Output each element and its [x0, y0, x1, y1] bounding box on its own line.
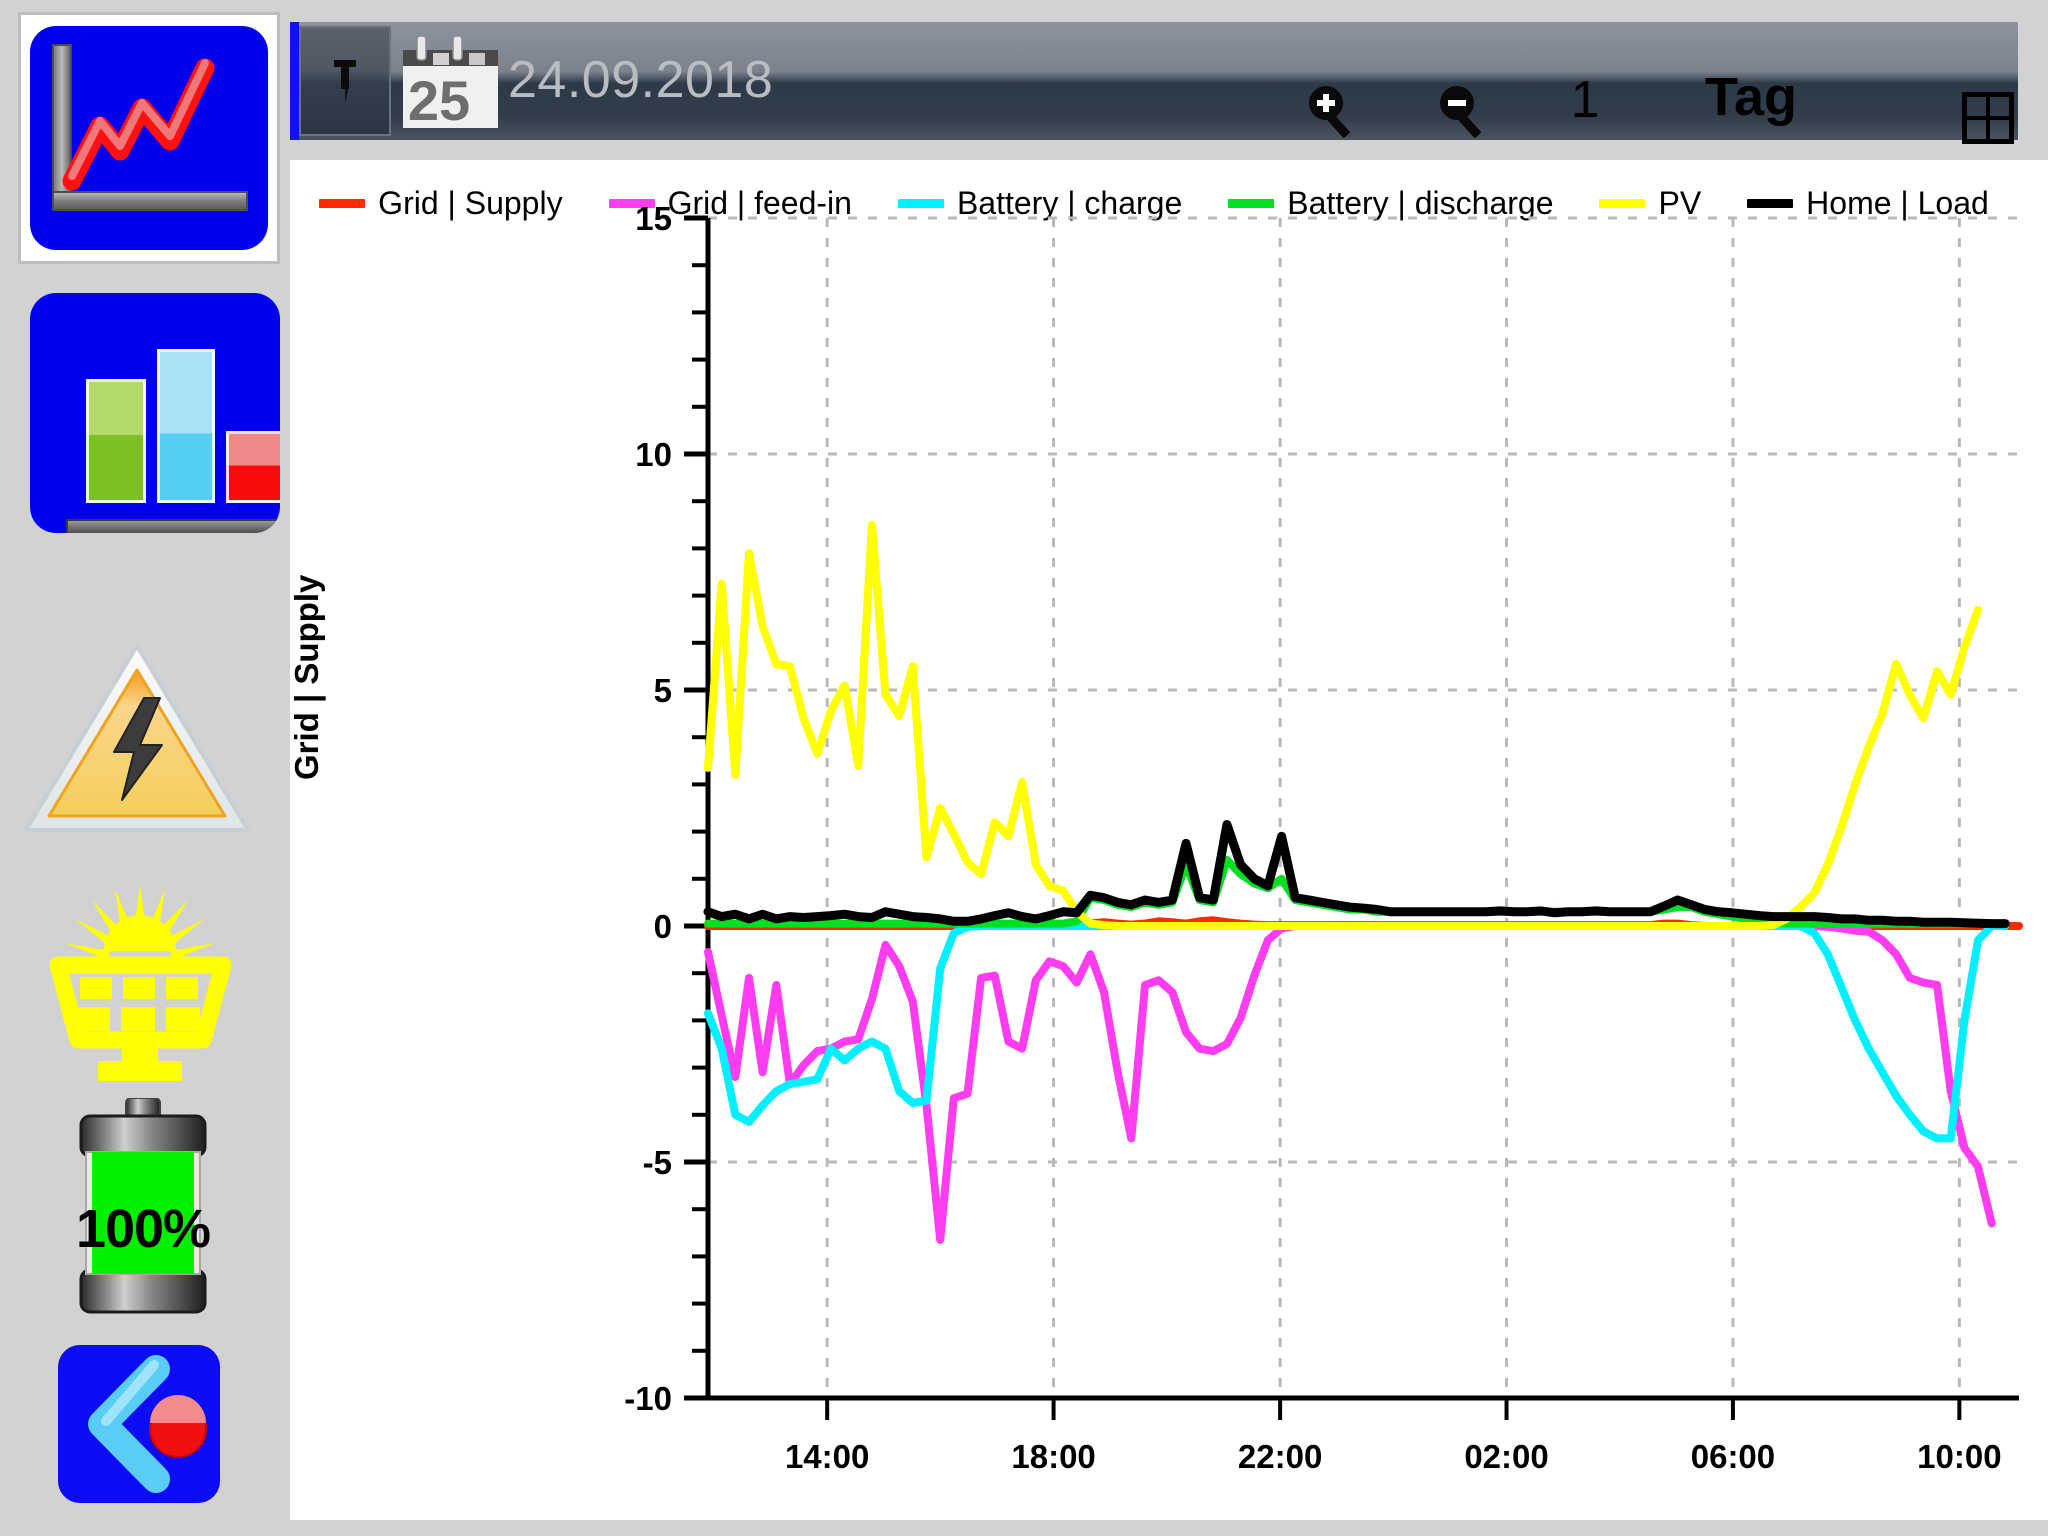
- series-line: [703, 820, 2010, 929]
- x-axis-tick-label: 02:00: [1464, 1438, 1548, 1475]
- x-axis-tick-label: 14:00: [785, 1438, 869, 1475]
- pin-button[interactable]: [299, 26, 391, 136]
- calendar-icon[interactable]: 25: [403, 36, 498, 128]
- series-line: [704, 922, 2010, 1143]
- pin-icon: [334, 60, 356, 103]
- trend-line-icon: [62, 58, 215, 191]
- sun-icon: [65, 885, 215, 960]
- toolbar: 25 24.09.2018 1 Tag: [290, 22, 2018, 144]
- trend-chart-icon: [30, 26, 268, 250]
- y-axis-tick-label: 5: [654, 672, 672, 709]
- x-axis-tick-label: 06:00: [1691, 1438, 1775, 1475]
- x-axis-tick-label: 10:00: [1917, 1438, 2001, 1475]
- sidebar-item-back[interactable]: [58, 1345, 220, 1503]
- bar-red-icon: [226, 431, 280, 503]
- y-axis-tick-label: -5: [643, 1144, 672, 1181]
- y-axis-tick-label: 15: [635, 200, 672, 237]
- chart-plot[interactable]: 15 10 5 0 -5 -10 14:00 18:00 22:00 02:00 06:00 10:0…: [290, 160, 2048, 1520]
- sidebar-item-grid-power[interactable]: [22, 640, 252, 836]
- bar-green-icon: [86, 379, 146, 503]
- sidebar-item-pv-production[interactable]: [18, 855, 263, 1085]
- toolbar-accent-bar: [290, 22, 299, 140]
- toolbar-date-label[interactable]: 24.09.2018: [508, 50, 773, 110]
- sidebar-item-trend-chart[interactable]: [18, 12, 280, 264]
- app-window: 100% 25 24.09.2018 1 Tag Grid | Supply G…: [0, 0, 2048, 1536]
- bar-cyan-icon: [157, 349, 215, 503]
- back-arrow-icon: [88, 1355, 207, 1493]
- sidebar: 100%: [0, 0, 290, 1536]
- y-axis-tick-label: 0: [654, 908, 672, 945]
- calendar-day-number: 25: [408, 69, 470, 128]
- main-panel: 25 24.09.2018 1 Tag Grid | Supply Grid |…: [288, 0, 2048, 1536]
- sidebar-item-bar-chart[interactable]: [30, 293, 280, 533]
- bar-baseline-icon: [66, 519, 280, 533]
- interval-unit-label[interactable]: Tag: [1705, 66, 1797, 128]
- y-axis-tick-label: 10: [635, 436, 672, 473]
- series-line: [704, 520, 1982, 930]
- x-axis-tick-label: 22:00: [1238, 1438, 1322, 1475]
- battery-percent-label: 100%: [75, 1199, 211, 1259]
- chart-card: Grid | Supply Grid | feed-in Battery | cha…: [288, 160, 2048, 1520]
- x-axis-tick-label: 18:00: [1011, 1438, 1095, 1475]
- grid-view-icon[interactable]: [1962, 92, 2014, 144]
- zoom-in-icon[interactable]: [1304, 82, 1362, 140]
- y-axis-tick-label: -10: [624, 1380, 672, 1417]
- interval-count-label[interactable]: 1: [1555, 70, 1615, 130]
- zoom-out-icon[interactable]: [1435, 82, 1493, 140]
